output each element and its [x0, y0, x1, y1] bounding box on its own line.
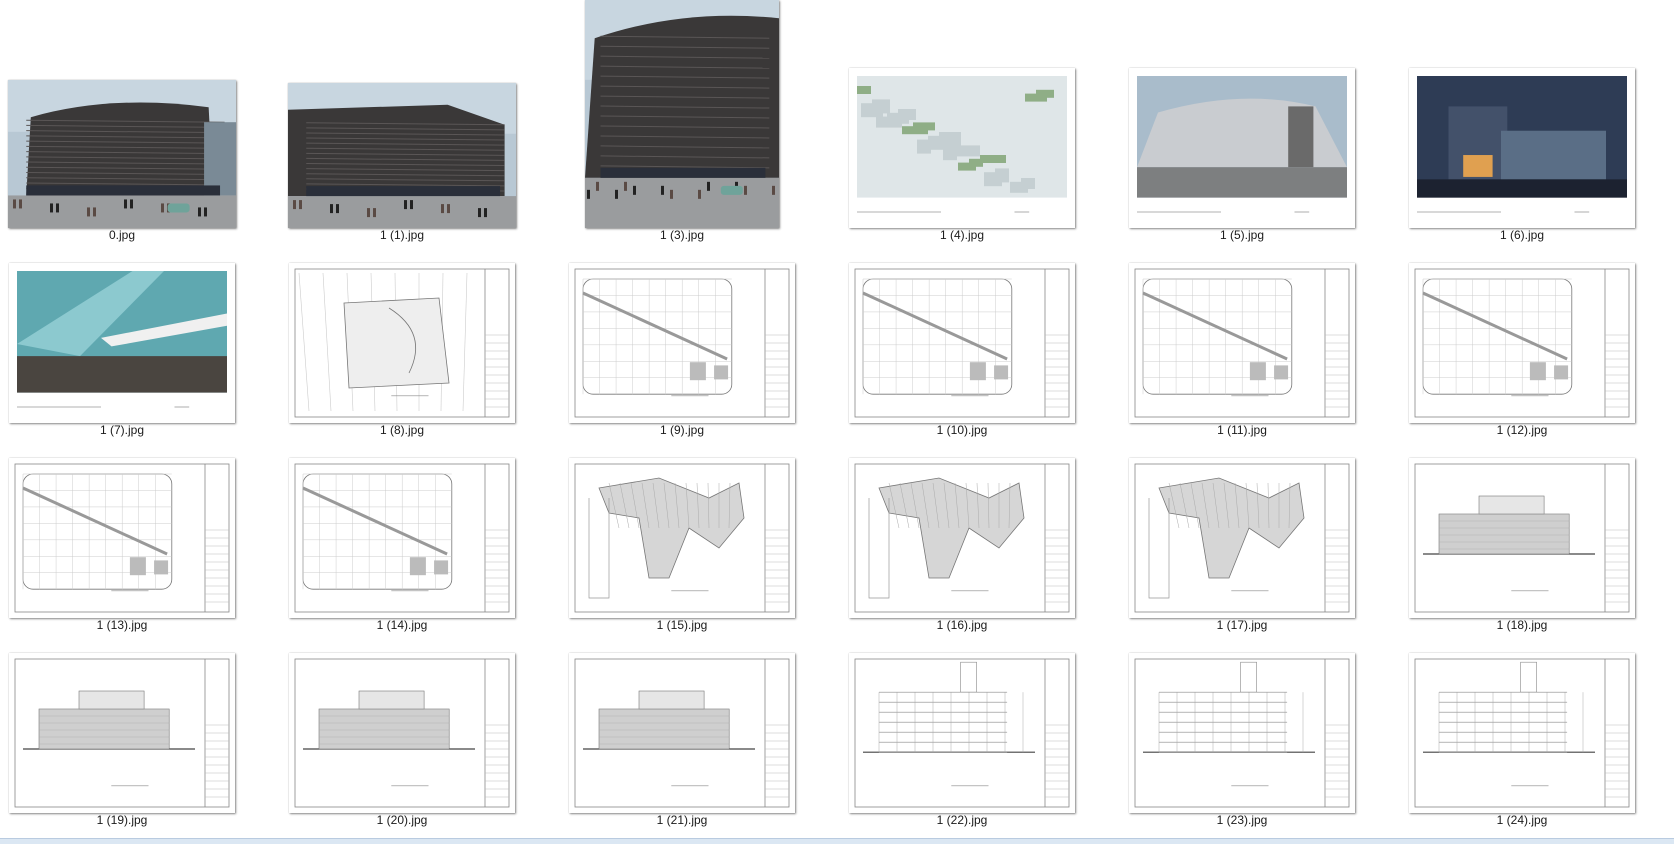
thumbnail-filename[interactable]: 1 (7).jpg — [2, 423, 242, 437]
thumbnail-image[interactable] — [569, 263, 795, 423]
thumbnail-filename[interactable]: 1 (19).jpg — [2, 813, 242, 827]
thumbnail-image[interactable] — [849, 68, 1075, 228]
thumbnail-preview-graphic — [9, 263, 235, 423]
thumbnail-preview-graphic — [1409, 68, 1635, 228]
thumbnail-filename[interactable]: 1 (5).jpg — [1122, 228, 1362, 242]
thumbnail-preview-graphic — [569, 653, 795, 813]
thumbnail-preview-graphic — [1129, 68, 1355, 228]
thumbnail-image[interactable] — [9, 653, 235, 813]
thumbnail-filename[interactable]: 1 (16).jpg — [842, 618, 1082, 632]
thumbnail-image[interactable] — [289, 458, 515, 618]
thumbnail-preview-graphic — [1129, 653, 1355, 813]
thumbnail-image[interactable] — [289, 653, 515, 813]
thumbnail-preview-graphic — [849, 458, 1075, 618]
thumbnail-image[interactable] — [9, 263, 235, 423]
thumbnail-preview-graphic — [1409, 263, 1635, 423]
thumbnail-preview-graphic — [289, 458, 515, 618]
thumbnail-image[interactable] — [1129, 263, 1355, 423]
thumbnail-filename[interactable]: 1 (14).jpg — [282, 618, 522, 632]
thumbnail-filename[interactable]: 1 (22).jpg — [842, 813, 1082, 827]
thumbnail-preview-graphic — [288, 83, 516, 228]
thumbnail-filename[interactable]: 1 (6).jpg — [1402, 228, 1642, 242]
thumbnail-filename[interactable]: 1 (10).jpg — [842, 423, 1082, 437]
thumbnail-image[interactable] — [1409, 458, 1635, 618]
thumbnail-image[interactable] — [569, 653, 795, 813]
thumbnail-image[interactable] — [1129, 458, 1355, 618]
thumbnail-preview-graphic — [849, 68, 1075, 228]
thumbnail-filename[interactable]: 1 (21).jpg — [562, 813, 802, 827]
thumbnail-image[interactable] — [9, 458, 235, 618]
thumbnail-image[interactable] — [1409, 653, 1635, 813]
thumbnail-filename[interactable]: 1 (18).jpg — [1402, 618, 1642, 632]
thumbnail-filename[interactable]: 1 (17).jpg — [1122, 618, 1362, 632]
thumbnail-image[interactable] — [849, 263, 1075, 423]
thumbnail-filename[interactable]: 1 (12).jpg — [1402, 423, 1642, 437]
thumbnail-preview-graphic — [1129, 263, 1355, 423]
thumbnail-preview-graphic — [9, 458, 235, 618]
thumbnail-filename[interactable]: 1 (23).jpg — [1122, 813, 1362, 827]
status-bar-edge — [0, 838, 1674, 844]
thumbnail-filename[interactable]: 1 (1).jpg — [282, 228, 522, 242]
thumbnail-image[interactable] — [1409, 263, 1635, 423]
file-explorer-thumbnail-view: 0.jpg 1 (1).jpg 1 (3).jpg 1 (4).jpg 1 (5).jp… — [0, 0, 1674, 843]
thumbnail-preview-graphic — [585, 0, 779, 228]
thumbnail-preview-graphic — [1409, 653, 1635, 813]
thumbnail-image[interactable] — [585, 0, 779, 228]
thumbnail-preview-graphic — [849, 653, 1075, 813]
thumbnail-image[interactable] — [1409, 68, 1635, 228]
thumbnail-preview-graphic — [569, 263, 795, 423]
thumbnail-filename[interactable]: 1 (13).jpg — [2, 618, 242, 632]
thumbnail-preview-graphic — [1129, 458, 1355, 618]
thumbnail-filename[interactable]: 1 (11).jpg — [1122, 423, 1362, 437]
thumbnail-image[interactable] — [288, 83, 516, 228]
thumbnail-image[interactable] — [849, 653, 1075, 813]
thumbnail-filename[interactable]: 1 (8).jpg — [282, 423, 522, 437]
thumbnail-image[interactable] — [1129, 68, 1355, 228]
thumbnail-image[interactable] — [1129, 653, 1355, 813]
thumbnail-preview-graphic — [849, 263, 1075, 423]
thumbnail-filename[interactable]: 0.jpg — [2, 228, 242, 242]
thumbnail-image[interactable] — [569, 458, 795, 618]
thumbnail-preview-graphic — [289, 263, 515, 423]
thumbnail-filename[interactable]: 1 (20).jpg — [282, 813, 522, 827]
thumbnail-image[interactable] — [8, 80, 236, 228]
thumbnail-filename[interactable]: 1 (24).jpg — [1402, 813, 1642, 827]
thumbnail-preview-graphic — [1409, 458, 1635, 618]
thumbnail-image[interactable] — [289, 263, 515, 423]
thumbnail-preview-graphic — [289, 653, 515, 813]
thumbnail-filename[interactable]: 1 (9).jpg — [562, 423, 802, 437]
thumbnail-filename[interactable]: 1 (3).jpg — [562, 228, 802, 242]
thumbnail-preview-graphic — [9, 653, 235, 813]
thumbnail-filename[interactable]: 1 (4).jpg — [842, 228, 1082, 242]
thumbnail-image[interactable] — [849, 458, 1075, 618]
thumbnail-preview-graphic — [569, 458, 795, 618]
thumbnail-filename[interactable]: 1 (15).jpg — [562, 618, 802, 632]
thumbnail-preview-graphic — [8, 80, 236, 228]
